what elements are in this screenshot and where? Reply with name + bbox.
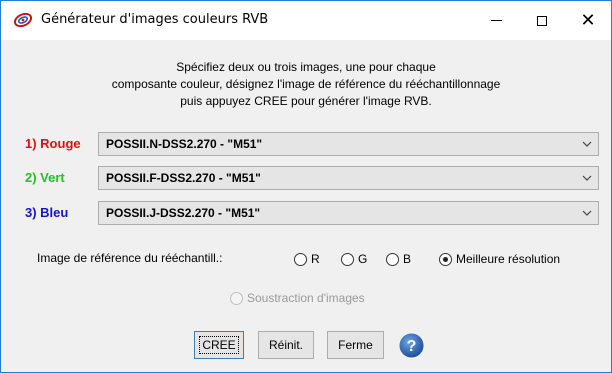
maximize-icon [537, 15, 547, 26]
instruction-line-2: composante couleur, désignez l'image de … [111, 77, 501, 91]
radio-circle [341, 252, 354, 266]
instruction-line-1: Spécifiez deux ou trois images, une pour… [176, 60, 436, 74]
blue-channel-value: POSSII.J-DSS2.270 - "M51" [106, 206, 261, 220]
green-channel-value: POSSII.F-DSS2.270 - "M51" [106, 171, 261, 185]
red-channel-label: 1) Rouge [25, 136, 81, 151]
minimize-icon [490, 20, 502, 21]
close-icon: ✕ [580, 9, 596, 31]
radio-circle-disabled [230, 291, 243, 305]
create-button[interactable]: CREE [194, 331, 244, 359]
reset-button[interactable]: Réinit. [258, 331, 314, 359]
radio-label: Meilleure résolution [456, 252, 561, 266]
maximize-button[interactable] [519, 1, 565, 40]
image-subtraction-option: Soustraction d'images [230, 289, 365, 307]
instructions: Spécifiez deux ou trois images, une pour… [1, 59, 611, 110]
red-channel-select[interactable]: POSSII.N-DSS2.270 - "M51" [98, 132, 599, 156]
radio-label: G [358, 252, 368, 266]
help-icon[interactable]: ? [398, 332, 425, 359]
radio-reference-best-resolution[interactable]: Meilleure résolution [439, 250, 560, 268]
radio-reference-g[interactable]: G [341, 250, 367, 268]
close-window-button[interactable]: ✕ [565, 1, 611, 40]
window-title: Générateur d'images couleurs RVB [41, 12, 269, 27]
blue-channel-select[interactable]: POSSII.J-DSS2.270 - "M51" [98, 201, 599, 225]
reference-image-row: Image de référence du rééchantill.: R G … [1, 250, 611, 270]
blue-channel-label: 3) Bleu [25, 205, 69, 220]
dialog-content: Spécifiez deux ou trois images, une pour… [1, 40, 611, 372]
create-button-label: CREE [199, 336, 239, 354]
radio-label: B [403, 252, 412, 266]
close-button-label: Ferme [338, 338, 373, 352]
rgb-generator-window: Générateur d'images couleurs RVB ✕ Spéci… [0, 0, 612, 373]
chevron-down-icon [582, 141, 592, 147]
instruction-line-3: puis appuyez CREE pour générer l'image R… [180, 94, 432, 108]
radio-reference-b[interactable]: B [386, 250, 411, 268]
title-bar: Générateur d'images couleurs RVB ✕ [1, 1, 611, 40]
close-button[interactable]: Ferme [327, 331, 384, 359]
radio-circle [294, 252, 307, 266]
red-channel-value: POSSII.N-DSS2.270 - "M51" [106, 137, 263, 151]
aladin-logo-icon [13, 12, 33, 28]
subtraction-label: Soustraction d'images [247, 291, 365, 305]
radio-reference-r[interactable]: R [294, 250, 320, 268]
radio-label: R [311, 252, 320, 266]
green-channel-select[interactable]: POSSII.F-DSS2.270 - "M51" [98, 166, 599, 190]
chevron-down-icon [582, 210, 592, 216]
reference-label: Image de référence du rééchantill.: [37, 251, 223, 265]
green-channel-label: 2) Vert [25, 170, 65, 185]
radio-circle [386, 252, 399, 266]
radio-circle-selected [439, 252, 452, 266]
minimize-button[interactable] [473, 1, 519, 40]
reset-button-label: Réinit. [268, 338, 303, 352]
svg-text:?: ? [407, 338, 417, 355]
chevron-down-icon [582, 175, 592, 181]
